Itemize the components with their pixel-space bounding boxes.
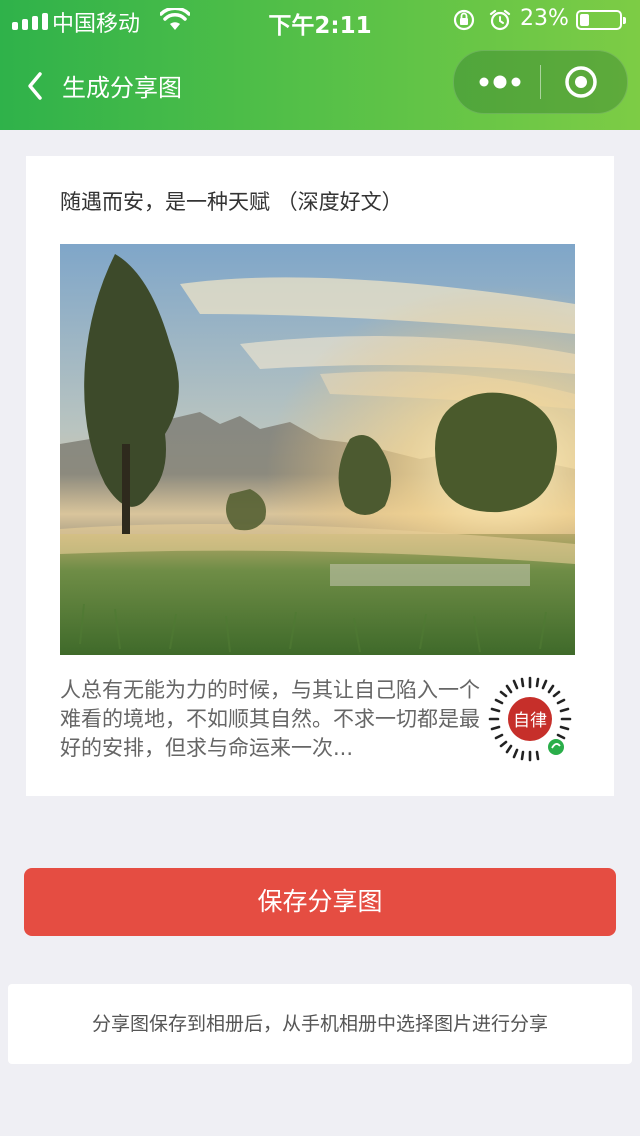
- nav-bar: 生成分享图: [0, 40, 640, 130]
- miniprogram-code-icon: 自律: [488, 676, 572, 762]
- page-title: 生成分享图: [62, 74, 182, 102]
- app-header: 中国移动 下午2:11 23% 生成分享图: [0, 0, 640, 130]
- battery-icon: [576, 10, 626, 30]
- article-excerpt: 人总有无能为力的时候，与其让自己陷入一个难看的境地，不如顺其自然。不求一切都是最…: [60, 678, 480, 760]
- miniprogram-capsule: [453, 50, 628, 114]
- capsule-divider: [540, 65, 541, 99]
- share-card: 随遇而安，是一种天赋 （深度好文） 人总有无能为力的时候，与其让自己陷入一个难看…: [26, 156, 614, 796]
- share-tip: 分享图保存到相册后，从手机相册中选择图片进行分享: [8, 984, 632, 1064]
- article-cover-image: [60, 244, 575, 655]
- back-arrow-icon[interactable]: [18, 66, 58, 106]
- close-miniprogram-icon[interactable]: [564, 65, 598, 99]
- more-dots-icon[interactable]: [478, 69, 522, 95]
- svg-text:自律: 自律: [513, 711, 547, 731]
- article-title: 随遇而安，是一种天赋 （深度好文）: [60, 190, 403, 214]
- status-bar: 中国移动 下午2:11 23%: [0, 0, 640, 40]
- alarm-icon: [489, 9, 511, 31]
- rotation-lock-icon: [453, 9, 475, 31]
- battery-percent: 23%: [520, 6, 569, 31]
- save-share-image-button[interactable]: 保存分享图: [24, 868, 616, 936]
